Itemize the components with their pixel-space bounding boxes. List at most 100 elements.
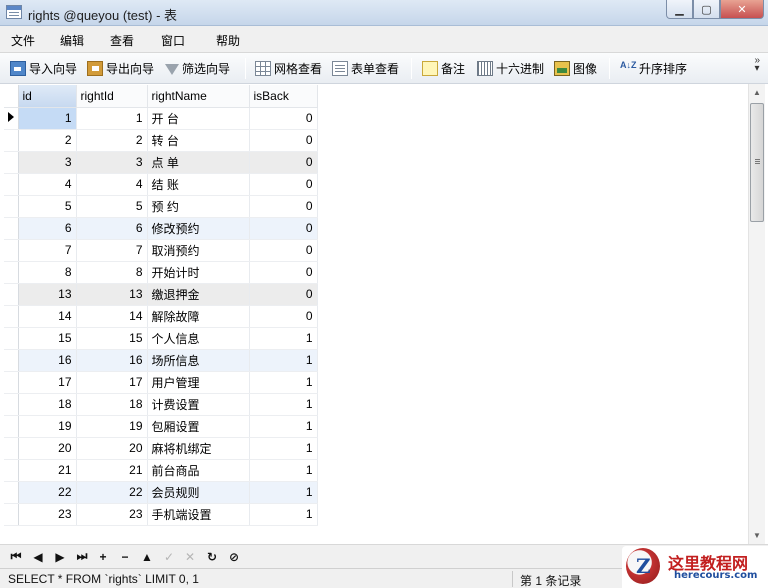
scroll-up-button[interactable]: ▲: [749, 84, 765, 101]
cell-id[interactable]: 14: [18, 305, 77, 328]
cell-rightname[interactable]: 会员规则: [147, 481, 250, 504]
cell-isback[interactable]: 0: [249, 173, 318, 196]
row-indicator[interactable]: [4, 349, 19, 372]
row-indicator[interactable]: [4, 437, 19, 460]
cell-rightname[interactable]: 转 台: [147, 129, 250, 152]
image-button[interactable]: 图像: [554, 60, 597, 77]
table-row[interactable]: 15 15 个人信息 1: [4, 327, 318, 350]
column-header-rightid[interactable]: rightId: [76, 85, 148, 108]
cell-rightid[interactable]: 20: [76, 437, 148, 460]
cell-rightname[interactable]: 计费设置: [147, 393, 250, 416]
delete-record-button[interactable]: −: [116, 549, 134, 564]
cell-isback[interactable]: 1: [249, 459, 318, 482]
table-row[interactable]: 6 6 修改预约 0: [4, 217, 318, 240]
cell-id[interactable]: 17: [18, 371, 77, 394]
cell-isback[interactable]: 0: [249, 261, 318, 284]
cell-rightname[interactable]: 场所信息: [147, 349, 250, 372]
add-record-button[interactable]: +: [94, 549, 112, 564]
cell-rightname[interactable]: 修改预约: [147, 217, 250, 240]
close-button[interactable]: ✕: [720, 0, 764, 19]
hex-button[interactable]: 十六进制: [477, 60, 544, 77]
menu-help[interactable]: 帮助: [216, 32, 240, 49]
row-indicator[interactable]: [4, 327, 19, 350]
column-header-rightname[interactable]: rightName: [147, 85, 250, 108]
table-row[interactable]: 22转 台0: [4, 129, 318, 152]
cell-isback[interactable]: 1: [249, 371, 318, 394]
table-row[interactable]: 23 23 手机端设置 1: [4, 503, 318, 526]
import-wizard-button[interactable]: 导入向导: [10, 60, 77, 77]
cell-rightid[interactable]: 21: [76, 459, 148, 482]
cell-rightid[interactable]: 5: [76, 195, 148, 218]
sort-ascending-button[interactable]: A↓Z 升序排序: [620, 60, 687, 77]
cell-rightid[interactable]: 1: [76, 107, 148, 130]
cell-id[interactable]: 4: [18, 173, 77, 196]
toolbar-overflow-button[interactable]: » ▾: [754, 56, 760, 74]
form-view-button[interactable]: 表单查看: [332, 60, 399, 77]
cell-rightname[interactable]: 取消预约: [147, 239, 250, 262]
row-indicator[interactable]: [4, 459, 19, 482]
cell-isback[interactable]: 0: [249, 217, 318, 240]
cell-isback[interactable]: 1: [249, 481, 318, 504]
cell-id[interactable]: 6: [18, 217, 77, 240]
table-row[interactable]: 18 18 计费设置 1: [4, 393, 318, 416]
cell-rightname[interactable]: 点 单: [147, 151, 250, 174]
next-record-button[interactable]: ▶: [51, 549, 69, 564]
cell-rightid[interactable]: 16: [76, 349, 148, 372]
cell-isback[interactable]: 0: [249, 195, 318, 218]
cell-rightname[interactable]: 结 账: [147, 173, 250, 196]
minimize-button[interactable]: ▁: [666, 0, 693, 19]
previous-record-button[interactable]: ◀: [29, 549, 47, 564]
maximize-button[interactable]: ▢: [693, 0, 720, 19]
cell-id[interactable]: 18: [18, 393, 77, 416]
scroll-down-button[interactable]: ▼: [749, 527, 765, 544]
scrollbar-thumb[interactable]: [750, 103, 764, 222]
cell-isback[interactable]: 1: [249, 349, 318, 372]
cell-isback[interactable]: 1: [249, 393, 318, 416]
row-indicator[interactable]: [4, 283, 19, 306]
cell-id[interactable]: 22: [18, 481, 77, 504]
cell-rightid[interactable]: 2: [76, 129, 148, 152]
cell-isback[interactable]: 0: [249, 305, 318, 328]
cell-id[interactable]: 1: [18, 107, 77, 130]
memo-button[interactable]: 备注: [422, 60, 465, 77]
cell-rightname[interactable]: 开 台: [147, 107, 250, 130]
cell-isback[interactable]: 0: [249, 129, 318, 152]
table-row[interactable]: 33点 单0: [4, 151, 318, 174]
edit-record-button[interactable]: ▲: [138, 549, 156, 564]
cell-isback[interactable]: 0: [249, 151, 318, 174]
cell-rightid[interactable]: 3: [76, 151, 148, 174]
cell-isback[interactable]: 1: [249, 327, 318, 350]
cell-isback[interactable]: 0: [249, 107, 318, 130]
row-indicator[interactable]: [4, 371, 19, 394]
row-indicator[interactable]: [4, 107, 19, 130]
grid-view-button[interactable]: 网格查看: [255, 60, 322, 77]
cell-rightid[interactable]: 15: [76, 327, 148, 350]
row-indicator[interactable]: [4, 305, 19, 328]
table-row[interactable]: 16 16 场所信息 1: [4, 349, 318, 372]
cell-id[interactable]: 19: [18, 415, 77, 438]
cell-rightname[interactable]: 解除故障: [147, 305, 250, 328]
filter-wizard-button[interactable]: 筛选向导: [165, 60, 230, 77]
menu-window[interactable]: 窗口: [161, 32, 185, 49]
apply-changes-button[interactable]: ✓: [160, 549, 178, 564]
cell-isback[interactable]: 1: [249, 415, 318, 438]
row-indicator[interactable]: [4, 151, 19, 174]
row-indicator[interactable]: [4, 239, 19, 262]
cell-rightid[interactable]: 13: [76, 283, 148, 306]
refresh-button[interactable]: ↻: [203, 549, 221, 564]
row-indicator[interactable]: [4, 481, 19, 504]
row-indicator[interactable]: [4, 503, 19, 526]
cell-rightname[interactable]: 缴退押金: [147, 283, 250, 306]
cell-rightid[interactable]: 14: [76, 305, 148, 328]
cell-id[interactable]: 13: [18, 283, 77, 306]
row-indicator[interactable]: [4, 261, 19, 284]
cell-id[interactable]: 16: [18, 349, 77, 372]
cell-rightname[interactable]: 个人信息: [147, 327, 250, 350]
cell-rightid[interactable]: 6: [76, 217, 148, 240]
row-indicator[interactable]: [4, 393, 19, 416]
row-indicator[interactable]: [4, 173, 19, 196]
row-indicator[interactable]: [4, 195, 19, 218]
table-row[interactable]: 22 22 会员规则 1: [4, 481, 318, 504]
discard-changes-button[interactable]: ✕: [181, 549, 199, 564]
row-indicator[interactable]: [4, 217, 19, 240]
